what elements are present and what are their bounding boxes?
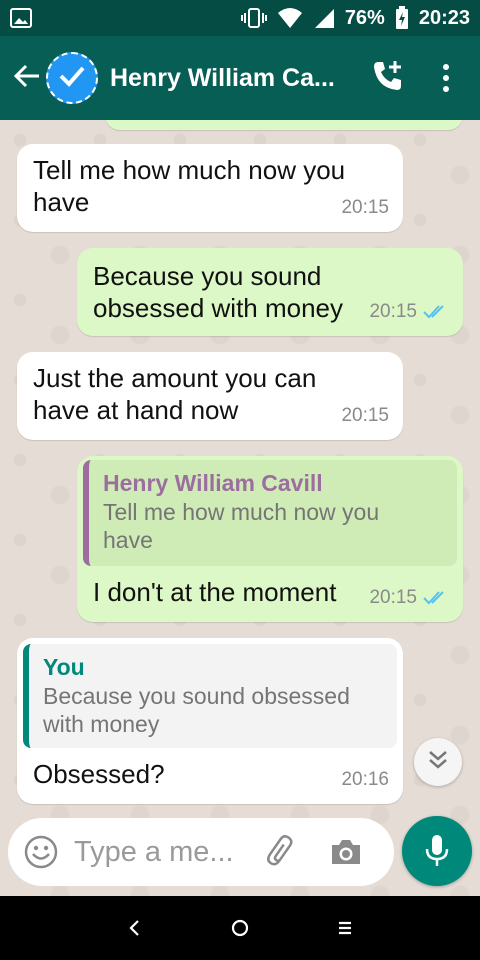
chat-area[interactable]: Tell me how much now you have 20:15 Beca… [0,120,480,896]
quoted-message[interactable]: Henry William Cavill Tell me how much no… [83,460,457,566]
camera-icon [332,840,360,864]
message-bubble-incoming[interactable]: Just the amount you can have at hand now… [17,352,403,440]
message-time: 20:15 [369,582,449,614]
dot-icon [443,86,449,92]
time-label: 20:16 [341,769,389,790]
smiley-icon [24,835,58,869]
message-text: have [33,187,90,217]
scroll-to-bottom-button[interactable] [414,738,462,786]
more-options-button[interactable] [436,64,456,92]
time-label: 20:15 [341,405,389,426]
message-text: Just the amount you can [33,363,317,393]
nav-recents-icon [339,921,351,935]
add-call-button[interactable] [368,59,408,98]
time-label: 20:15 [341,197,389,218]
attach-button[interactable] [264,835,300,869]
message-bubble-outgoing-reply[interactable]: Henry William Cavill Tell me how much no… [77,456,463,622]
message-input[interactable] [74,835,244,869]
wifi-icon [277,7,303,29]
checkmark-icon [58,64,86,93]
message-bubble-outgoing[interactable]: Because you sound obsessed with money 20… [77,248,463,336]
status-time: 20:23 [418,6,470,29]
quoted-sender: You [43,654,85,680]
contact-avatar[interactable] [46,52,98,104]
message-composer [8,818,394,886]
quoted-message[interactable]: You Because you sound obsessed with mone… [23,644,397,748]
message-bubble-incoming-reply[interactable]: You Because you sound obsessed with mone… [17,638,403,804]
emoji-button[interactable] [24,835,58,869]
message-time: 20:15 [369,296,449,328]
nav-recents-button[interactable] [331,914,359,942]
battery-charging-icon [395,6,409,30]
quoted-text: with money [43,711,160,737]
status-bar: 76% 20:23 [0,0,480,36]
message-text: have at hand now [33,395,239,425]
nav-back-icon [129,920,139,936]
quoted-text: Tell me how much now you [103,499,380,525]
back-arrow-icon [13,62,41,95]
paperclip-icon [267,835,293,866]
message-text: Because you sound [93,261,322,291]
time-label: 20:15 [369,301,417,322]
system-navigation-bar [0,896,480,960]
message-time: 20:15 [341,192,389,224]
battery-percent: 76% [344,6,385,29]
time-label: 20:15 [369,587,417,608]
nav-home-button[interactable] [226,914,254,942]
voice-record-button[interactable] [402,816,472,886]
chat-header: Henry William Ca... [0,36,480,120]
read-ticks-icon [423,590,449,606]
phone-add-icon [371,59,405,98]
quoted-text: have [103,527,153,553]
message-time: 20:16 [341,764,389,796]
signal-icon [313,7,335,29]
microphone-icon [425,835,449,866]
double-chevron-down-icon [427,749,449,776]
dot-icon [443,75,449,81]
message-text: Tell me how much now you [33,155,346,185]
quoted-text: Because you sound obsessed [43,683,350,709]
vibrate-icon [240,7,267,29]
quoted-sender: Henry William Cavill [103,470,323,496]
dot-icon [443,64,449,70]
back-button[interactable] [10,62,44,95]
nav-back-button[interactable] [120,914,148,942]
nav-home-icon [231,919,249,937]
read-ticks-icon [423,304,449,320]
message-bubble-incoming[interactable]: Tell me how much now you have 20:15 [17,144,403,232]
gallery-notification-icon [10,8,32,28]
camera-button[interactable] [328,837,364,867]
contact-name[interactable]: Henry William Ca... [110,64,346,93]
message-bubble-partial[interactable] [105,120,463,130]
message-time: 20:15 [341,400,389,432]
